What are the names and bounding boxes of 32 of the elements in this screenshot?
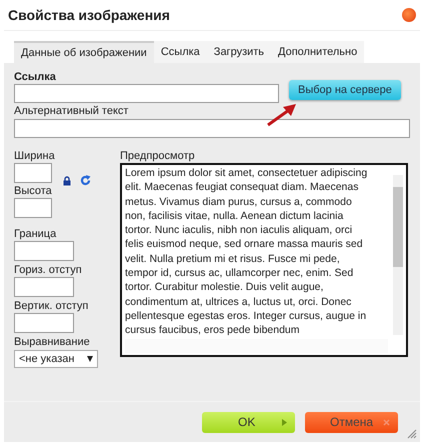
url-field[interactable] — [14, 84, 279, 103]
align-select[interactable]: <не указан — [14, 350, 98, 368]
input-field[interactable] — [14, 313, 74, 333]
field-label: Выравнивание — [14, 336, 91, 349]
browse-server-button[interactable]: Выбор на сервере — [289, 80, 401, 100]
input-field[interactable] — [14, 241, 74, 261]
tab[interactable]: Дополнительно — [271, 41, 364, 63]
field-label: Ссылка — [14, 71, 57, 84]
input-field[interactable] — [14, 277, 74, 297]
close-icon[interactable] — [402, 8, 416, 22]
lock-icon[interactable] — [62, 176, 71, 186]
ok-button[interactable]: OK — [202, 412, 295, 432]
tab[interactable]: Загрузить — [206, 41, 272, 63]
alt-text-field[interactable] — [14, 119, 410, 138]
field-label: Высота — [14, 185, 53, 198]
preview-text: Lorem ipsum dolor sit amet, consectetuer adipiscing elit. Maecenas feugiat consequat diam. Maecenas metus. Vivamus diam purus, cursus a, commodo non, facilisis vitae, nulla. Aenean dictum lacinia tortor. Nunc iaculis, nibh non iaculis aliquam, orci felis euismod neque, sed ornare massa mauris sed velit. Nulla pretium mi et risus. Fusce mi pede, tempor id, cursus ac, ullamcorper nec, enim. Sed tortor. Curabitur molestie. Duis velit augue, condimentum at, ultrices a, luctus ut, orci. Donec pellentesque egestas eros. Integer cursus, augue in cursus faucibus, eros pede bibendum — [124, 166, 368, 338]
field-label: Гориз. отступ — [14, 264, 83, 277]
play-icon — [282, 418, 287, 426]
field-label: Вертик. отступ — [14, 300, 90, 313]
field-label: Граница — [14, 228, 58, 241]
refresh-icon[interactable] — [80, 175, 91, 186]
resize-grip-icon[interactable] — [407, 429, 417, 439]
tab[interactable]: Данные об изображении — [14, 41, 154, 63]
vertical-scrollbar[interactable] — [393, 175, 403, 335]
close-icon — [383, 418, 390, 426]
field-label: Альтернативный текст — [14, 105, 130, 118]
field-label: Предпросмотр — [120, 150, 196, 163]
width-field[interactable] — [14, 163, 52, 183]
tab[interactable]: Ссылка — [154, 41, 207, 63]
field-label: Ширина — [14, 150, 55, 163]
window-title: Свойства изображения — [8, 7, 170, 23]
height-field[interactable] — [14, 198, 52, 218]
